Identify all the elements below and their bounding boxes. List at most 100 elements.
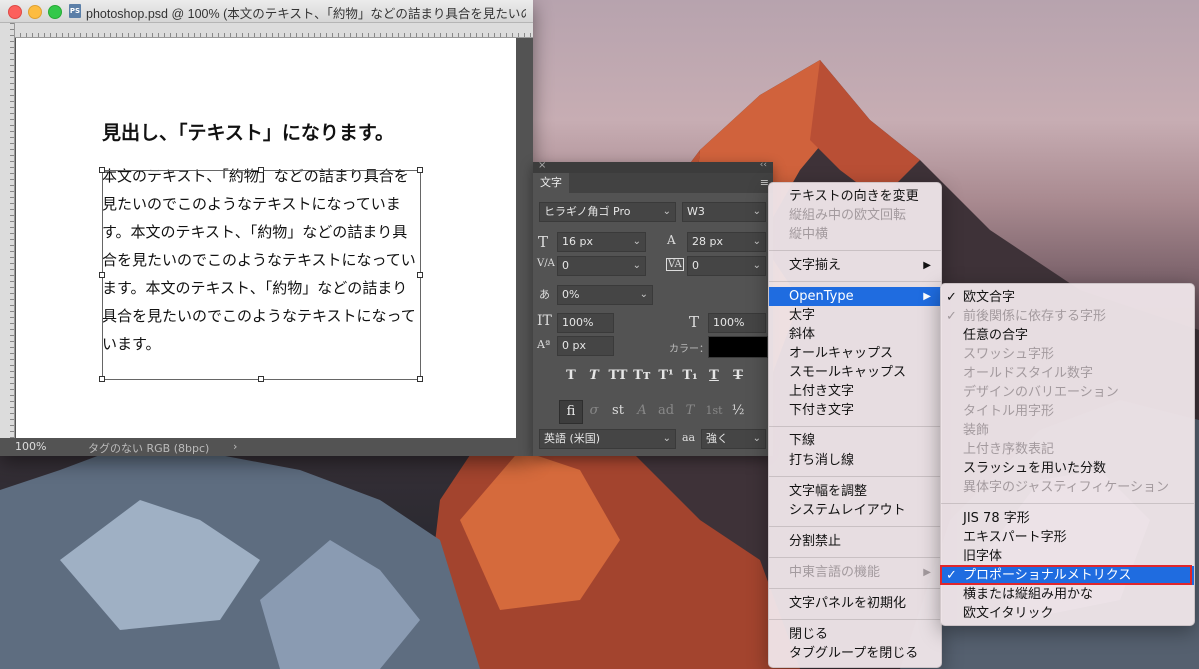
menu-item-system-layout[interactable]: システムレイアウト — [769, 501, 941, 520]
menu-item-faux-italic[interactable]: 斜体 — [769, 325, 941, 344]
checkmark-icon: ✓ — [946, 290, 957, 305]
language-select[interactable]: 英語 (米国) ⌄ — [539, 429, 676, 449]
swash-button[interactable]: A — [631, 400, 653, 422]
underline-button[interactable]: T — [703, 368, 725, 383]
transform-handle[interactable] — [99, 376, 105, 382]
superscript-button[interactable]: T¹ — [655, 368, 677, 383]
font-size-field[interactable]: 16 px ⌄ — [557, 232, 646, 252]
kerning-field[interactable]: 0 ⌄ — [557, 256, 646, 276]
horizontal-scale-field[interactable]: 100% — [708, 313, 766, 333]
menu-item-rotate-roman-text: 縦組み中の欧文回転 — [789, 208, 907, 223]
menu-item-no-break[interactable]: 分割禁止 — [769, 532, 941, 551]
antialias-value: 強く — [706, 432, 728, 445]
character-panel-menu: テキストの向きを変更 縦組み中の欧文回転 縦中横 文字揃え ▶ OpenType ▶… — [768, 182, 942, 668]
menu-item-strikethrough[interactable]: 打ち消し線 — [769, 451, 941, 470]
close-window-button[interactable] — [8, 5, 22, 19]
tracking-icon: VA — [666, 258, 684, 271]
menu-item-opentype[interactable]: OpenType ▶ — [769, 287, 941, 306]
menu-item-small-caps[interactable]: スモールキャップス — [769, 363, 941, 382]
font-family-select[interactable]: ヒラギノ角ゴ Pro ⌄ — [539, 202, 676, 222]
chevron-down-icon: ⌄ — [662, 206, 671, 217]
chevron-down-icon: ⌄ — [632, 260, 641, 271]
faux-italic-button[interactable]: T — [583, 368, 605, 383]
menu-item-discretionary-ligatures[interactable]: 任意の合字 — [941, 326, 1194, 345]
ordinals-button[interactable]: 1st — [703, 400, 725, 422]
menu-item-faux-bold[interactable]: 太字 — [769, 306, 941, 325]
vertical-scale-field[interactable]: 100% — [557, 313, 614, 333]
menu-item-traditional-forms[interactable]: 旧字体 — [941, 547, 1194, 566]
font-style-select[interactable]: W3 ⌄ — [682, 202, 766, 222]
menu-item-ornaments: 装飾 — [963, 423, 990, 438]
menu-item-proportional-metrics[interactable]: ✓ プロポーショナルメトリクス — [941, 566, 1194, 585]
menu-item-mojisoroe[interactable]: 文字揃え ▶ — [769, 256, 941, 275]
small-caps-button[interactable]: Tт — [631, 368, 653, 383]
close-icon[interactable]: × — [538, 160, 546, 171]
menu-item-jis78-forms[interactable]: JIS 78 字形 — [941, 509, 1194, 528]
baseline-shift-field[interactable]: 0 px — [557, 336, 614, 356]
menu-item-fractions[interactable]: スラッシュを用いた分数 — [941, 459, 1194, 478]
transform-handle[interactable] — [258, 167, 264, 173]
menu-item-underline[interactable]: 下線 — [769, 431, 941, 450]
menu-separator — [769, 588, 941, 589]
document-canvas[interactable]: 見出し、「テキスト」になります。 本文のテキスト、「約物」などの詰まり具合を見た… — [16, 38, 516, 438]
maximize-window-button[interactable] — [48, 5, 62, 19]
transform-handle[interactable] — [417, 167, 423, 173]
discretionary-ligatures-button[interactable]: st — [607, 400, 629, 422]
submenu-arrow-icon: ▶ — [923, 291, 931, 302]
text-color-swatch[interactable] — [708, 336, 768, 358]
panel-tabbar: 文字 ≡ — [533, 173, 773, 193]
horizontal-ruler[interactable] — [14, 23, 533, 38]
minimize-window-button[interactable] — [28, 5, 42, 19]
strikethrough-button[interactable]: T — [727, 368, 749, 383]
collapse-panel-icon[interactable]: ‹‹ — [760, 160, 767, 170]
tab-character[interactable]: 文字 — [533, 173, 569, 193]
vertical-ruler[interactable] — [0, 23, 15, 438]
menu-item-kana[interactable]: 横または縦組み用かな — [941, 585, 1194, 604]
antialias-select[interactable]: 強く ⌄ — [701, 429, 766, 449]
menu-separator — [769, 281, 941, 282]
subscript-button[interactable]: T₁ — [679, 368, 701, 383]
menu-item-change-text-orientation[interactable]: テキストの向きを変更 — [769, 187, 941, 206]
menu-item-reset-character[interactable]: 文字パネルを初期化 — [769, 594, 941, 613]
text-bounding-box[interactable] — [99, 167, 423, 382]
menu-item-superscript[interactable]: 上付き文字 — [769, 382, 941, 401]
transform-handle[interactable] — [99, 272, 105, 278]
menu-item-subscript[interactable]: 下付き文字 — [769, 401, 941, 420]
font-size-icon: T — [538, 233, 549, 251]
menu-item-ordinals: 上付き序数表記 — [963, 442, 1055, 457]
menu-item-expert-forms[interactable]: エキスパート字形 — [941, 528, 1194, 547]
menu-item-justification-alternates: 異体字のジャスティフィケーション — [963, 480, 1170, 495]
chevron-right-icon[interactable]: › — [233, 440, 237, 453]
all-caps-button[interactable]: TT — [607, 368, 629, 383]
panel-header[interactable]: × ‹‹ — [533, 160, 773, 173]
titling-alternates-button[interactable]: T — [679, 400, 701, 422]
transform-handle[interactable] — [258, 376, 264, 382]
transform-handle[interactable] — [417, 272, 423, 278]
transform-handle[interactable] — [99, 167, 105, 173]
character-panel: × ‹‹ 文字 ≡ ヒラギノ角ゴ Pro ⌄ W3 ⌄ T 16 px ⌄ A … — [533, 160, 773, 456]
heading-text-layer[interactable]: 見出し、「テキスト」になります。 — [102, 118, 394, 145]
fractions-button[interactable]: ½ — [727, 400, 749, 422]
faux-bold-button[interactable]: T — [560, 368, 582, 383]
zoom-level-field[interactable]: 100% — [15, 440, 46, 453]
kerning-value: 0 — [562, 259, 569, 272]
menu-item-roman-italics[interactable]: 欧文イタリック — [941, 604, 1194, 623]
stylistic-alternates-button[interactable]: ad — [655, 400, 677, 422]
menu-item-standard-ligatures[interactable]: ✓ 欧文合字 — [941, 288, 1194, 307]
window-title: photoshop.psd @ 100% (本文のテキスト、「約物」などの詰まり… — [86, 7, 526, 21]
contextual-alternates-button[interactable]: σ — [583, 400, 605, 422]
document-statusbar: 100% タグのない RGB (8bpc) › — [0, 438, 533, 456]
transform-handle[interactable] — [417, 376, 423, 382]
menu-separator — [769, 476, 941, 477]
menu-item-close-tab-group[interactable]: タブグループを閉じる — [769, 644, 941, 663]
menu-item-close[interactable]: 閉じる — [769, 625, 941, 644]
menu-item-all-caps[interactable]: オールキャップス — [769, 344, 941, 363]
menu-separator — [769, 526, 941, 527]
leading-field[interactable]: 28 px ⌄ — [687, 232, 766, 252]
tsume-field[interactable]: 0% ⌄ — [557, 285, 653, 305]
menu-item-fractional-widths[interactable]: 文字幅を調整 — [769, 482, 941, 501]
standard-ligatures-button[interactable]: fi — [559, 400, 583, 424]
menu-separator — [769, 250, 941, 251]
menu-item-contextual-alternates: ✓ 前後関係に依存する字形 — [946, 309, 1107, 324]
tracking-field[interactable]: 0 ⌄ — [687, 256, 766, 276]
